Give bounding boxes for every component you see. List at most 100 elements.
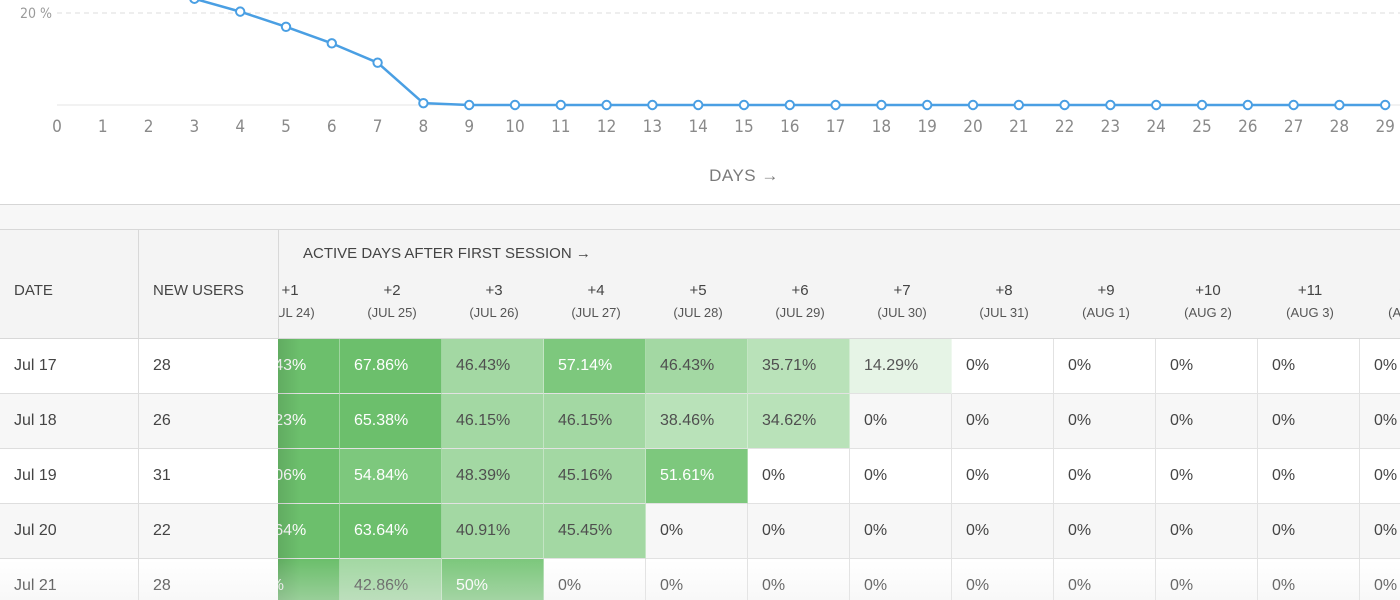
x-tick-label: 16 [780, 117, 799, 137]
day-offset-label: +8 [995, 282, 1013, 299]
retention-cell[interactable]: 71.06% [278, 449, 340, 504]
retention-cell[interactable]: 48.39% [442, 449, 544, 504]
retention-cell[interactable]: 14.29% [850, 339, 952, 394]
row-date: Jul 20 [0, 504, 138, 559]
data-point [464, 99, 475, 111]
day-date-label: (JUL 29) [775, 305, 825, 320]
new-users-column-header[interactable]: NEW USERS [138, 229, 278, 339]
x-tick-label: 20 [963, 117, 982, 137]
day-column-header[interactable]: +4 (JUL 27) [545, 282, 647, 320]
x-tick-label: 17 [826, 117, 845, 137]
retention-cell[interactable]: 73.23% [278, 394, 340, 449]
retention-cell[interactable]: 0% [1054, 449, 1156, 504]
row-date: Jul 17 [0, 339, 138, 394]
retention-cell[interactable]: 54.84% [340, 449, 442, 504]
retention-cell[interactable]: 0% [850, 559, 952, 600]
retention-cell[interactable]: 0% [1156, 339, 1258, 394]
retention-cells[interactable]: 85.43%67.86%46.43%57.14%46.43%35.71%14.2… [278, 339, 1400, 600]
data-point [1334, 99, 1345, 111]
retention-cell[interactable]: 85.43% [278, 339, 340, 394]
retention-cell[interactable]: 0% [952, 504, 1054, 559]
retention-cell[interactable]: 46.15% [544, 394, 646, 449]
retention-cell[interactable]: 0% [1156, 559, 1258, 600]
retention-cell[interactable]: 0% [952, 449, 1054, 504]
day-column-header[interactable]: +9 (AUG 1) [1055, 282, 1157, 320]
retention-cell[interactable]: 40.91% [442, 504, 544, 559]
retention-cell[interactable]: 0% [1258, 394, 1360, 449]
day-column-header[interactable]: +3 (JUL 26) [443, 282, 545, 320]
day-column-header[interactable]: +10 (AUG 2) [1157, 282, 1259, 320]
day-column-header[interactable]: +6 (JUL 29) [749, 282, 851, 320]
retention-cell[interactable]: 0% [1258, 339, 1360, 394]
day-column-header[interactable]: +5 (JUL 28) [647, 282, 749, 320]
retention-cell[interactable]: 72.64% [278, 504, 340, 559]
day-offset-label: +12 [1361, 282, 1400, 299]
retention-cell[interactable]: 46.15% [442, 394, 544, 449]
new-users-header-label: NEW USERS [153, 282, 244, 299]
retention-cell[interactable]: 0% [1258, 504, 1360, 559]
retention-cell[interactable]: 35.71% [748, 339, 850, 394]
retention-cell[interactable]: 46.43% [646, 339, 748, 394]
retention-cell[interactable]: 0% [1156, 449, 1258, 504]
retention-cell[interactable]: 0% [1156, 394, 1258, 449]
retention-cell[interactable]: 0% [952, 339, 1054, 394]
data-point [693, 99, 704, 111]
day-date-label: (JUL 25) [367, 305, 417, 320]
retention-cell[interactable]: 45.16% [544, 449, 646, 504]
retention-cell[interactable]: 57.14% [544, 339, 646, 394]
retention-cell[interactable]: 0% [1360, 339, 1400, 394]
retention-cell[interactable]: 0% [1258, 449, 1360, 504]
retention-cell[interactable]: 0% [1258, 559, 1360, 600]
retention-cell[interactable]: 46.43% [442, 339, 544, 394]
x-tick-label: 14 [688, 117, 707, 137]
retention-cell[interactable]: 0% [646, 559, 748, 600]
x-tick-label: 11 [551, 117, 570, 137]
retention-cell[interactable]: 0% [850, 394, 952, 449]
retention-cell[interactable]: 0% [1054, 339, 1156, 394]
day-column-header[interactable]: +12 (AUG 4) [1361, 282, 1400, 320]
retention-cell[interactable]: 0% [1156, 504, 1258, 559]
retention-cell[interactable]: 0% [646, 504, 748, 559]
retention-cell[interactable]: 0% [952, 559, 1054, 600]
retention-cell[interactable]: 0% [1054, 394, 1156, 449]
day-date-label: (JUL 30) [877, 305, 927, 320]
x-tick-label: 24 [1146, 117, 1165, 137]
x-tick-label: 19 [917, 117, 936, 137]
retention-cell[interactable]: 42.86% [340, 559, 442, 600]
retention-cell[interactable]: 0% [748, 449, 850, 504]
day-column-header[interactable]: +8 (JUL 31) [953, 282, 1055, 320]
row-date: Jul 21 [0, 559, 138, 600]
retention-cell[interactable]: 0% [850, 449, 952, 504]
day-offset-label: +4 [587, 282, 605, 299]
day-column-header[interactable]: +2 (JUL 25) [341, 282, 443, 320]
data-point [509, 99, 521, 111]
retention-cell[interactable]: 0% [1360, 559, 1400, 600]
retention-cell[interactable]: 0% [1360, 449, 1400, 504]
retention-cell[interactable]: 0% [952, 394, 1054, 449]
retention-cell[interactable]: 75% [278, 559, 340, 600]
data-point [601, 99, 612, 111]
retention-cell[interactable]: 0% [850, 504, 952, 559]
retention-cell[interactable]: 63.64% [340, 504, 442, 559]
retention-cell[interactable]: 45.45% [544, 504, 646, 559]
day-date-label: (AUG 4) [1388, 305, 1400, 320]
retention-cell[interactable]: 0% [1054, 504, 1156, 559]
retention-cell[interactable]: 0% [1054, 559, 1156, 600]
retention-cell[interactable]: 0% [1360, 504, 1400, 559]
retention-cell[interactable]: 0% [748, 559, 850, 600]
day-column-header[interactable]: +1 (JUL 24) [279, 282, 341, 320]
retention-cell[interactable]: 50% [442, 559, 544, 600]
retention-cell[interactable]: 0% [748, 504, 850, 559]
retention-cell[interactable]: 34.62% [748, 394, 850, 449]
retention-cell[interactable]: 65.38% [340, 394, 442, 449]
retention-cell[interactable]: 0% [1360, 394, 1400, 449]
retention-cell[interactable]: 38.46% [646, 394, 748, 449]
day-offset-label: +3 [485, 282, 503, 299]
retention-cell[interactable]: 0% [544, 559, 646, 600]
retention-cell[interactable]: 67.86% [340, 339, 442, 394]
day-column-header[interactable]: +7 (JUL 30) [851, 282, 953, 320]
data-point [280, 21, 292, 32]
date-column-header[interactable]: DATE [0, 229, 138, 339]
day-column-header[interactable]: +11 (AUG 3) [1259, 282, 1361, 320]
retention-cell[interactable]: 51.61% [646, 449, 748, 504]
